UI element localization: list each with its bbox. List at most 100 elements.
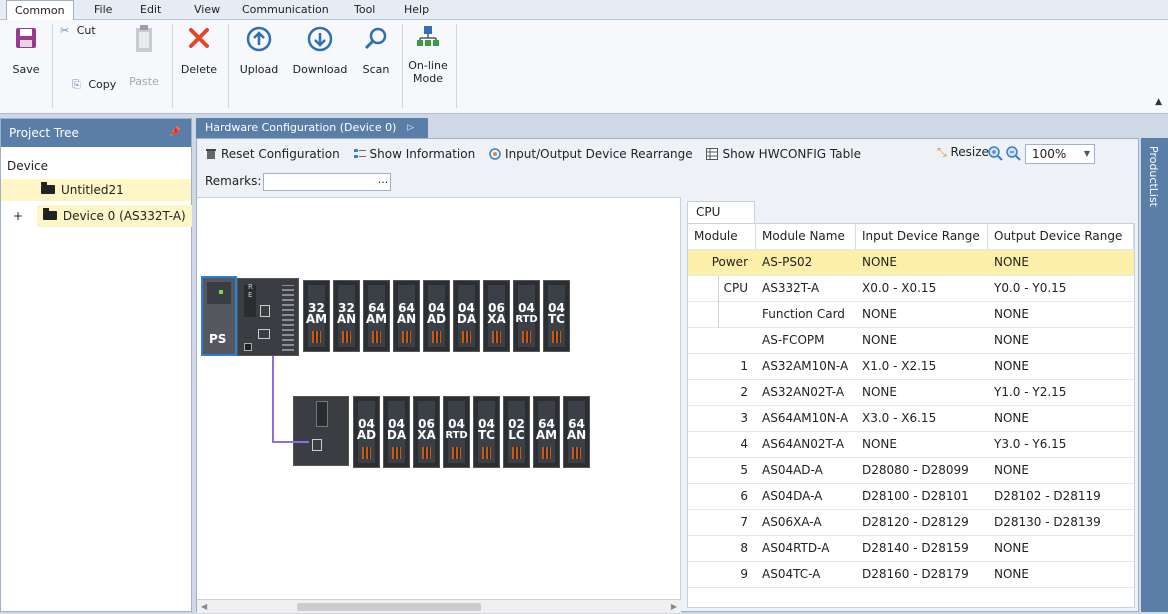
table-cell: AS04RTD-A [756, 536, 856, 562]
delete-x-icon [189, 28, 209, 48]
remarks-browse-button[interactable]: ... [375, 173, 391, 191]
table-cell: AS04DA-A [756, 484, 856, 510]
tree-item-label: Device 0 (AS332T-A) [62, 209, 186, 223]
table-cell: 5 [688, 458, 756, 484]
table-row[interactable]: 5 AS04AD-A D28080 - D28099 NONE [688, 458, 1134, 484]
table-cell: AS04TC-A [756, 562, 856, 588]
pin-icon[interactable]: 📌 [169, 119, 181, 147]
table-row[interactable]: 9 AS04TC-A D28160 - D28179 NONE [688, 562, 1134, 588]
upload-button[interactable]: Upload [236, 26, 282, 76]
reset-configuration-button[interactable]: Reset Configuration [205, 147, 344, 161]
table-cell: AS-PS02 [756, 250, 856, 276]
table-row[interactable]: Function Card NONE NONE [688, 302, 1134, 328]
table-cell: X3.0 - X6.15 [856, 406, 988, 432]
table-cell: D28130 - D28139 [988, 510, 1134, 536]
table-cell: NONE [988, 406, 1134, 432]
table-cell: 7 [688, 510, 756, 536]
table-row[interactable]: 3 AS64AM10N-A X3.0 - X6.15 NONE [688, 406, 1134, 432]
remarks-label: Remarks: [205, 174, 262, 188]
io-rearrange-button[interactable]: Input/Output Device Rearrange [489, 147, 696, 161]
copy-button[interactable]: ⎘ Copy [72, 78, 124, 92]
table-cell: 4 [688, 432, 756, 458]
zoom-in-icon[interactable] [987, 145, 1003, 161]
table-cell: D28120 - D28129 [856, 510, 988, 536]
resize-button[interactable]: ⤡ Resize [937, 145, 989, 160]
rack-canvas[interactable]: PS RE 32 AM 32 AN 64 AM 64 AN 04 AD 04 DA 06 XA 04 RTD 0… [197, 197, 681, 613]
table-row[interactable]: 1 AS32AM10N-A X1.0 - X2.15 NONE [688, 354, 1134, 380]
show-hwconfig-table-label: Show HWCONFIG Table [722, 147, 861, 161]
tab-pin-icon[interactable]: ⊳ [406, 121, 415, 134]
rearrange-icon [489, 148, 501, 160]
horizontal-scrollbar[interactable]: ◀ ▶ [197, 599, 681, 613]
download-button[interactable]: Download [290, 26, 350, 76]
scan-button[interactable]: Scan [358, 26, 394, 76]
table-cell: 3 [688, 406, 756, 432]
table-row[interactable]: 7 AS06XA-A D28120 - D28129 D28130 - D28139 [688, 510, 1134, 536]
table-cell: AS32AM10N-A [756, 354, 856, 380]
tab-title: Hardware Configuration (Device 0) [205, 121, 397, 134]
save-icon [16, 28, 36, 48]
tab-cpu-group[interactable]: CPU Group [687, 201, 755, 239]
delete-button[interactable]: Delete [178, 26, 220, 76]
table-row[interactable]: CPU AS332T-A X0.0 - X0.15 Y0.0 - Y0.15 [688, 276, 1134, 302]
column-header[interactable]: Output Device Range [988, 224, 1134, 250]
table-cell: X1.0 - X2.15 [856, 354, 988, 380]
cut-button[interactable]: ✂ Cut [60, 24, 124, 37]
table-cell: NONE [988, 250, 1134, 276]
paste-button[interactable]: Paste [126, 24, 162, 88]
column-header[interactable]: Module [688, 224, 756, 250]
table-cell: NONE [856, 302, 988, 328]
online-mode-button[interactable]: On-line Mode [408, 24, 448, 85]
table-row[interactable]: 6 AS04DA-A D28100 - D28101 D28102 - D28119 [688, 484, 1134, 510]
table-cell: AS-FCOPM [756, 328, 856, 354]
copy-icon: ⎘ [72, 78, 81, 91]
table-cell: Y0.0 - Y0.15 [988, 276, 1134, 302]
tree-item-label: Untitled21 [61, 183, 124, 197]
expand-icon[interactable]: + [9, 205, 27, 227]
table-row[interactable]: Power AS-PS02 NONE NONE [688, 250, 1134, 276]
download-arrow-icon [307, 26, 333, 52]
product-list-panel[interactable]: ProductList [1141, 138, 1168, 612]
menu-view[interactable]: View [186, 0, 228, 20]
remarks-input[interactable] [263, 173, 391, 191]
show-hwconfig-table-button[interactable]: Show HWCONFIG Table [706, 147, 861, 161]
menu-bar: Common File Edit View Communication Tool… [0, 0, 1168, 21]
menu-communication[interactable]: Communication [234, 0, 337, 20]
menu-common[interactable]: Common [6, 0, 74, 21]
online-mode-label-2: Mode [413, 72, 443, 85]
save-button[interactable]: Save [8, 26, 44, 76]
upload-arrow-icon [246, 26, 272, 52]
rack-connector-line [272, 356, 309, 443]
scroll-thumb[interactable] [297, 603, 481, 611]
info-list-icon [353, 149, 366, 158]
menu-tool[interactable]: Tool [346, 0, 383, 20]
column-header[interactable]: Module Name [756, 224, 856, 250]
show-information-button[interactable]: Show Information [353, 147, 479, 161]
table-cell: D28140 - D28159 [856, 536, 988, 562]
tab-hardware-configuration[interactable]: Hardware Configuration (Device 0) ⊳ ✕ [196, 118, 428, 154]
table-row[interactable]: 8 AS04RTD-A D28140 - D28159 NONE [688, 536, 1134, 562]
hardware-config-panel: Reset Configuration Show Information Inp… [196, 138, 1139, 613]
table-cell: Y3.0 - Y6.15 [988, 432, 1134, 458]
menu-help[interactable]: Help [396, 0, 437, 20]
magnifier-icon [364, 27, 387, 50]
table-cell: X0.0 - X0.15 [856, 276, 988, 302]
tree-item-untitled21[interactable]: Untitled21 [1, 179, 191, 201]
ribbon-collapse-icon[interactable]: ▲ [1155, 97, 1162, 107]
table-row[interactable]: AS-FCOPM NONE NONE [688, 328, 1134, 354]
table-row[interactable]: 2 AS32AN02T-A NONE Y1.0 - Y2.15 [688, 380, 1134, 406]
menu-edit[interactable]: Edit [132, 0, 169, 20]
tree-item-device0[interactable]: + Device 0 (AS332T-A) [1, 205, 192, 227]
table-cell: CPU [688, 276, 756, 302]
tree-section-device: Device [7, 159, 49, 173]
table-row[interactable]: 4 AS64AN02T-A NONE Y3.0 - Y6.15 [688, 432, 1134, 458]
menu-file[interactable]: File [86, 0, 120, 20]
table-cell: 8 [688, 536, 756, 562]
table-cell: NONE [988, 354, 1134, 380]
zoom-select[interactable]: 100% ▼ [1025, 144, 1095, 164]
zoom-out-icon[interactable] [1005, 145, 1021, 161]
column-header[interactable]: Input Device Range [856, 224, 988, 250]
folder-icon [41, 182, 55, 194]
delete-label: Delete [180, 63, 218, 76]
table-cell: 1 [688, 354, 756, 380]
